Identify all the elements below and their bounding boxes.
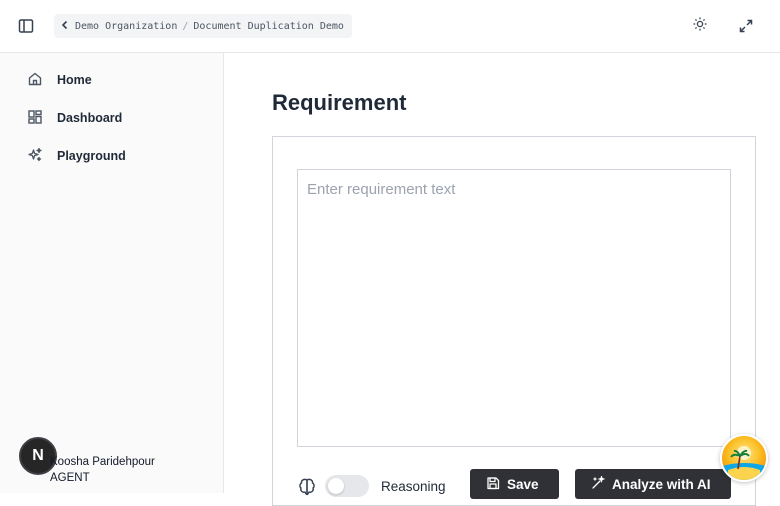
requirement-input[interactable] xyxy=(297,169,731,447)
magic-wand-icon xyxy=(591,474,606,493)
analyze-with-ai-button[interactable]: Analyze with AI xyxy=(575,469,731,499)
top-bar: Demo Organization / Document Duplication… xyxy=(0,0,780,53)
save-button-label: Save xyxy=(507,476,539,492)
home-icon xyxy=(27,71,43,90)
sidebar-item-dashboard[interactable]: Dashboard xyxy=(18,103,208,133)
sun-icon[interactable] xyxy=(689,13,711,35)
breadcrumb-separator: / xyxy=(182,20,189,32)
page-title: Requirement xyxy=(272,90,407,115)
sidebar-toggle-icon[interactable] xyxy=(14,14,38,38)
dashboard-icon xyxy=(27,109,43,128)
breadcrumb-organization[interactable]: Demo Organization xyxy=(75,21,177,32)
sidebar-item-label: Playground xyxy=(57,149,126,163)
breadcrumb-document[interactable]: Document Duplication Demo xyxy=(193,21,344,32)
sparkles-icon xyxy=(27,147,43,166)
user-role: AGENT xyxy=(50,472,90,484)
sidebar-item-playground[interactable]: Playground xyxy=(18,141,208,171)
sidebar-item-label: Dashboard xyxy=(57,111,123,125)
breadcrumb: Demo Organization / Document Duplication… xyxy=(54,14,352,38)
save-icon xyxy=(486,476,500,493)
toggle-knob xyxy=(328,478,344,494)
reasoning-label: Reasoning xyxy=(381,479,446,494)
save-button[interactable]: Save xyxy=(470,469,559,499)
analyze-button-label: Analyze with AI xyxy=(612,476,711,492)
assistant-avatar[interactable] xyxy=(720,434,768,482)
brain-icon xyxy=(297,477,317,497)
sidebar: Home Dashboard Playground xyxy=(0,53,224,493)
reasoning-toggle[interactable] xyxy=(325,475,369,497)
user-name: Koosha Paridehpour xyxy=(50,456,155,468)
sidebar-item-label: Home xyxy=(57,73,92,87)
expand-icon[interactable] xyxy=(735,15,757,37)
chevron-left-icon[interactable] xyxy=(60,20,70,33)
sidebar-item-home[interactable]: Home xyxy=(18,65,208,95)
